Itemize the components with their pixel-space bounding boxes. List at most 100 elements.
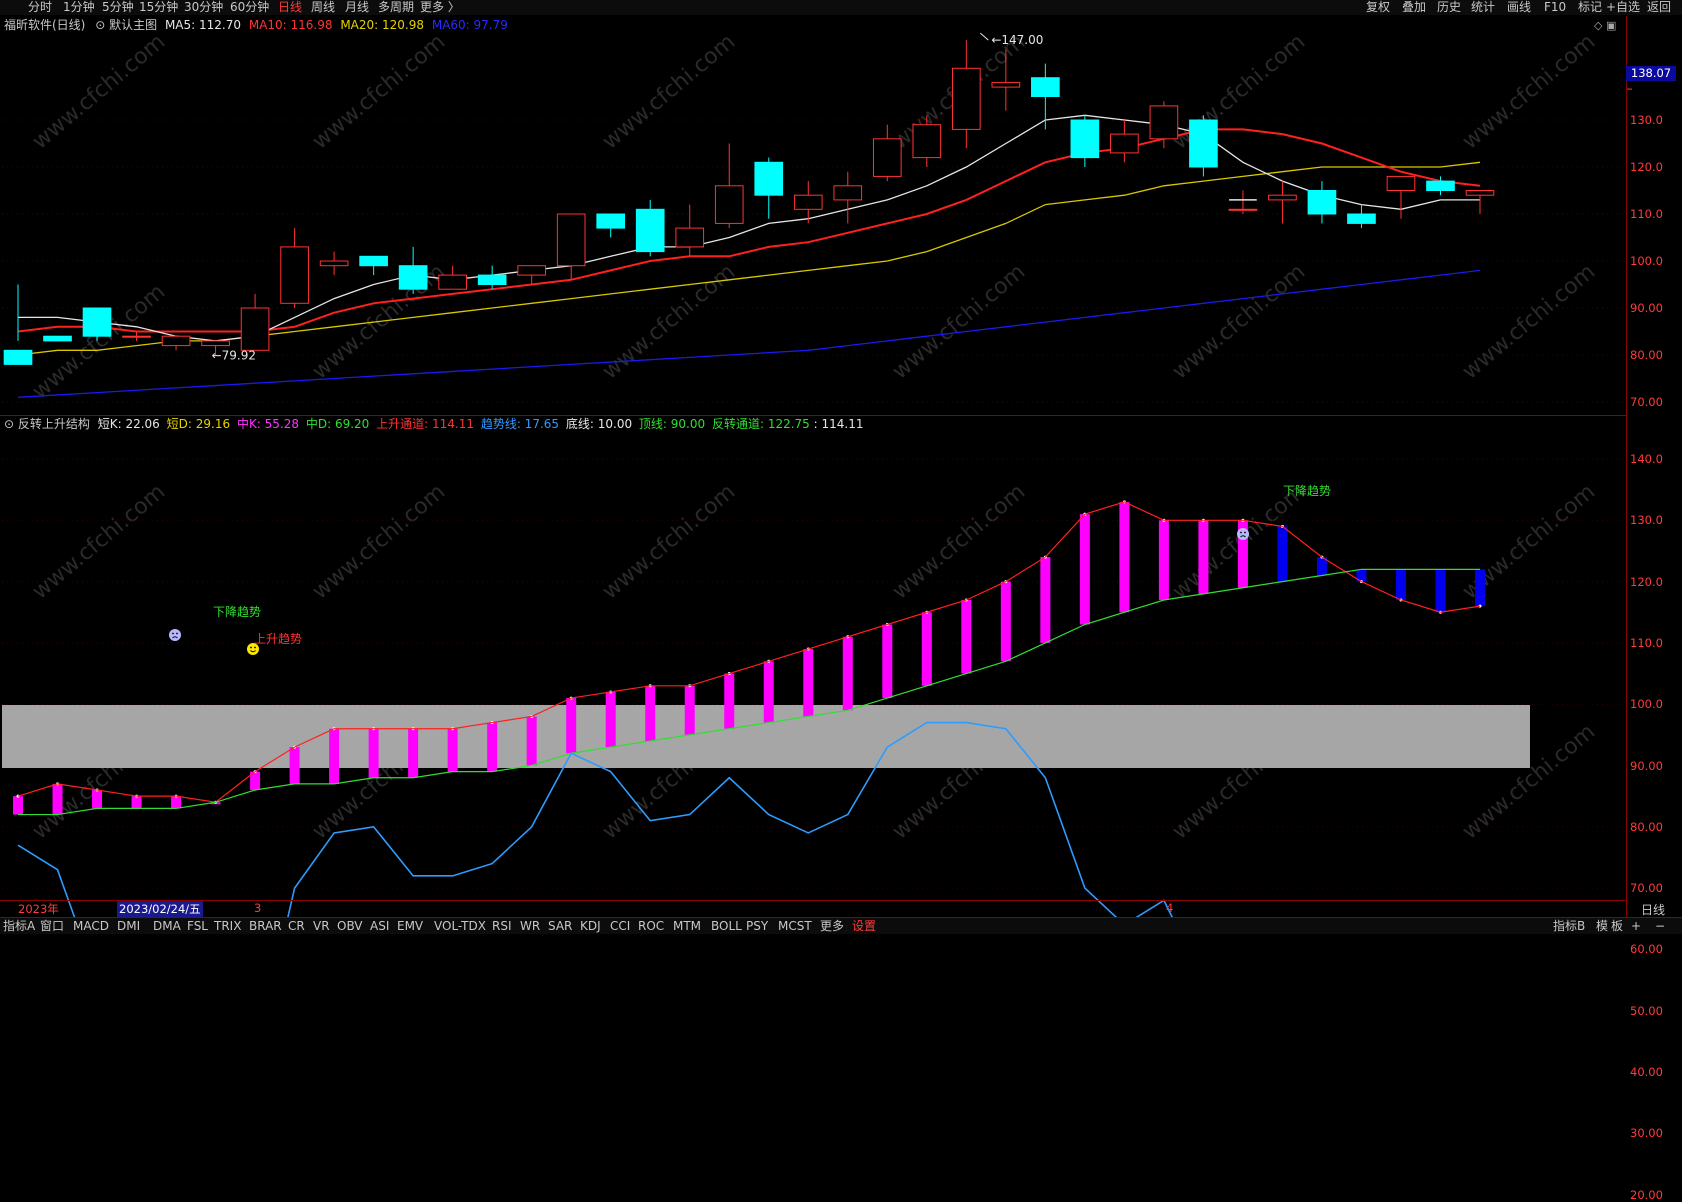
bottom-right-2[interactable]: 板	[1611, 918, 1623, 934]
indicator-tab-13[interactable]: VOL-TDX	[434, 918, 486, 934]
hist-bar	[684, 685, 695, 735]
period-label[interactable]: 日线	[1641, 901, 1665, 918]
indicator-tab-8[interactable]: CR	[288, 918, 305, 934]
candle-body	[398, 265, 428, 290]
bottom-right-3[interactable]: +	[1631, 918, 1641, 934]
candle-body	[1189, 119, 1218, 168]
indicator-tab-5[interactable]: FSL	[187, 918, 208, 934]
indicator-tab-11[interactable]: ASI	[370, 918, 389, 934]
chart-area[interactable]: www.cfchi.com www.cfchi.com www.cfchi.com w…	[0, 0, 1682, 933]
indicator-tab-12[interactable]: EMV	[397, 918, 423, 934]
sad-face-icon	[169, 629, 181, 641]
indicator-tab-24[interactable]: 更多	[820, 918, 844, 934]
sad-face-icon-eye	[176, 632, 178, 635]
indicator-tab-4[interactable]: DMA	[153, 918, 181, 934]
down-trend-label-2: 下降趋势	[1283, 484, 1331, 498]
hist-bar	[921, 612, 932, 686]
watermark-text: www.cfchi.com	[598, 479, 740, 604]
indicator-tab-17[interactable]: KDJ	[580, 918, 601, 934]
indicator-tab-22[interactable]: PSY	[746, 918, 768, 934]
watermark-text: www.cfchi.com	[598, 259, 740, 384]
candle-body	[754, 161, 784, 196]
indicator-tab-6[interactable]: TRIX	[214, 918, 241, 934]
candle-body	[438, 274, 467, 290]
indicator-tab-bar: 指标A 窗口 MACD DMI DMA FSL TRIX BRAR CR VR OBV ASI EMV V…	[0, 917, 1682, 934]
hist-bar	[803, 649, 814, 717]
bottom-right-1[interactable]: 模	[1596, 918, 1608, 934]
sub-axis-tick: 90.00	[1630, 758, 1663, 773]
indicator-tab-15[interactable]: WR	[520, 918, 540, 934]
indicator-tab-19[interactable]: ROC	[638, 918, 664, 934]
main-axis-tick: 90.00	[1630, 301, 1663, 315]
candle-body	[82, 307, 112, 337]
sub-axis-tick: 120.0	[1630, 574, 1663, 589]
candle-body	[517, 265, 547, 276]
watermark-text: www.cfchi.com	[28, 479, 170, 604]
indicator-tab-25[interactable]: 设置	[852, 918, 876, 934]
sub-axis-tick: 20.00	[1630, 1187, 1663, 1202]
hist-bar	[131, 796, 142, 809]
candle-body	[714, 185, 744, 224]
watermark-text: www.cfchi.com	[1458, 259, 1600, 384]
up-trend-label: 上升趋势	[254, 632, 302, 646]
indicator-tab-21[interactable]: BOLL	[711, 918, 742, 934]
candle-body	[1110, 133, 1139, 154]
high-label: ←147.00	[991, 33, 1043, 47]
indicator-tab-2[interactable]: MACD	[73, 918, 109, 934]
hist-bar	[1158, 520, 1169, 600]
hist-bar	[1000, 581, 1011, 662]
date-axis: 2023年 2023/02/24/五 3 4	[0, 901, 1626, 917]
main-axis-tick: 130.0	[1630, 113, 1663, 127]
happy-face-icon-eye	[254, 646, 256, 649]
candle-body	[161, 335, 191, 347]
bottom-right-0[interactable]: 指标B	[1553, 918, 1585, 934]
sub-axis-tick: 30.00	[1630, 1126, 1663, 1141]
high-arrow	[979, 32, 989, 41]
main-axis-tick: 80.00	[1630, 348, 1663, 362]
sub-axis-tick: 60.00	[1630, 942, 1663, 957]
candle-body	[3, 349, 33, 365]
hist-bar	[1395, 569, 1406, 600]
indicator-tab-9[interactable]: VR	[313, 918, 330, 934]
candle-body	[1031, 77, 1060, 97]
candle-body	[477, 274, 507, 286]
hist-bar	[13, 796, 23, 815]
sad-face-icon-eye	[1244, 531, 1246, 534]
candle-body	[1465, 190, 1495, 196]
indicator-tab-18[interactable]: CCI	[610, 918, 630, 934]
panel-divider[interactable]	[0, 415, 1626, 416]
indicator-tab-3[interactable]: DMI	[117, 918, 140, 934]
indicator-tab-23[interactable]: MCST	[778, 918, 812, 934]
candle-body	[201, 340, 230, 347]
watermark-text: www.cfchi.com	[888, 259, 1030, 384]
bottom-right-4[interactable]: −	[1655, 918, 1665, 934]
sub-axis-tick: 50.00	[1630, 1003, 1663, 1018]
hist-bar	[1079, 514, 1090, 625]
candle-body	[833, 185, 863, 201]
low-label: ←79.92	[212, 348, 256, 362]
down-trend-label-1: 下降趋势	[213, 605, 261, 619]
indicator-tab-7[interactable]: BRAR	[249, 918, 282, 934]
indicator-tab-0[interactable]: 指标A	[3, 918, 35, 934]
hist-bar	[171, 796, 182, 809]
sub-axis-tick: 110.0	[1630, 635, 1663, 650]
hist-bar	[487, 722, 498, 772]
candle-body	[675, 227, 705, 248]
indicator-tab-20[interactable]: MTM	[673, 918, 701, 934]
hist-bar	[882, 624, 893, 699]
happy-face-icon	[247, 643, 259, 655]
hist-bar	[1277, 526, 1288, 582]
candle-body	[1228, 208, 1258, 211]
watermark-text: www.cfchi.com	[1458, 29, 1600, 154]
hist-bar	[289, 747, 300, 784]
indicator-tab-14[interactable]: RSI	[492, 918, 512, 934]
indicator-tab-1[interactable]: 窗口	[40, 918, 64, 934]
main-axis-tick: 110.0	[1630, 207, 1663, 221]
candle-body	[556, 213, 586, 267]
cursor-date-label: 2023/02/24/五	[117, 901, 203, 917]
hist-bar	[1040, 557, 1051, 643]
indicator-tab-10[interactable]: OBV	[337, 918, 363, 934]
indicator-tab-16[interactable]: SAR	[548, 918, 572, 934]
main-axis-tick: 70.00	[1630, 395, 1663, 409]
current-price-tag: 138.07	[1626, 66, 1676, 81]
